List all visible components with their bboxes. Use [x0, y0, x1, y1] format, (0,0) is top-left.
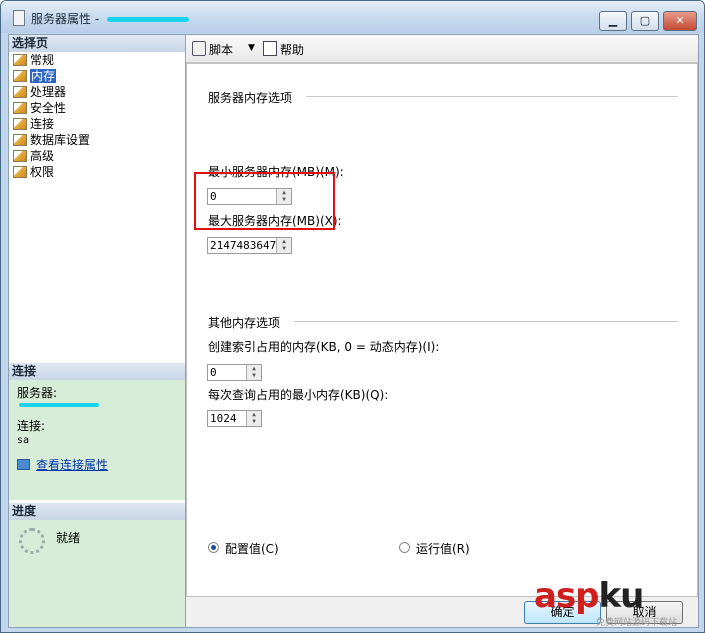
connection-properties-icon: [17, 459, 30, 470]
page-item-label[interactable]: 高级: [30, 149, 54, 163]
server-icon: [13, 10, 25, 26]
watermark-asp: asp: [534, 576, 600, 616]
page-icon: [13, 118, 27, 130]
minimize-button[interactable]: ▁: [599, 11, 627, 31]
running-value-radio[interactable]: [399, 542, 410, 553]
toolbar: 脚本 ▼ 帮助: [186, 35, 698, 63]
index-memory-value[interactable]: 0: [210, 366, 217, 379]
index-memory-input[interactable]: 0 ▲ ▼: [207, 364, 262, 381]
progress-spinner-icon: [19, 528, 45, 554]
page-icon: [13, 150, 27, 162]
server-memory-group-title: 服务器内存选项: [208, 91, 293, 105]
page-item[interactable]: 数据库设置: [9, 132, 185, 148]
other-memory-group-title: 其他内存选项: [208, 316, 281, 330]
help-button[interactable]: 帮助: [263, 41, 304, 58]
close-icon: ✕: [675, 14, 685, 27]
connection-value: sa: [17, 435, 30, 446]
progress-body: 就绪: [9, 520, 185, 627]
page-item-label[interactable]: 连接: [30, 117, 54, 131]
query-memory-spin-icon[interactable]: ▲ ▼: [246, 411, 261, 426]
page-icon: [13, 102, 27, 114]
running-value-label[interactable]: 运行值(R): [416, 540, 470, 557]
page-item-label[interactable]: 内存: [30, 69, 57, 83]
page-item[interactable]: 连接: [9, 116, 185, 132]
other-memory-group: 其他内存选项: [208, 314, 678, 331]
page-item-label[interactable]: 数据库设置: [30, 133, 90, 147]
select-page-header: 选择页: [9, 35, 185, 52]
script-dropdown-icon[interactable]: ▼: [248, 43, 255, 53]
maximize-icon: ▢: [639, 14, 651, 27]
configured-value-label[interactable]: 配置值(C): [225, 540, 279, 557]
page-item-label[interactable]: 常规: [30, 53, 54, 67]
window-title: 服务器属性 -: [31, 10, 189, 27]
max-memory-input[interactable]: 2147483647 ▲ ▼: [207, 237, 292, 254]
page-item-label[interactable]: 处理器: [30, 85, 66, 99]
script-icon: [192, 41, 206, 56]
index-memory-spin-icon[interactable]: ▲ ▼: [246, 365, 261, 380]
connection-label: 连接:: [17, 419, 46, 433]
page-list: 常规内存处理器安全性连接数据库设置高级权限: [9, 52, 185, 180]
view-connection-properties[interactable]: 查看连接属性: [17, 456, 177, 473]
properties-window: 服务器属性 - ▁ ▢ ✕ 选择页 常规 内存 处理器 安全性 连接 数据库设置 高级 权限 …: [0, 0, 705, 633]
title-bar[interactable]: 服务器属性 - ▁ ▢ ✕: [1, 1, 704, 33]
page-icon: [13, 54, 27, 66]
watermark-logo: aspku: [534, 576, 645, 616]
page-item[interactable]: 高级: [9, 148, 185, 164]
close-button[interactable]: ✕: [663, 11, 697, 31]
page-item[interactable]: 安全性: [9, 100, 185, 116]
script-label: 脚本: [209, 43, 234, 57]
memory-page: 服务器内存选项 最小服务器内存(MB)(M): 0 ▲ ▼ 最大服务器内存(MB)…: [186, 63, 698, 597]
redacted-server-name: [106, 17, 189, 22]
index-memory-label: 创建索引占用的内存(KB, 0 = 动态内存)(I):: [208, 340, 440, 354]
page-icon: [13, 70, 27, 82]
query-memory-value[interactable]: 1024: [210, 412, 237, 425]
redacted-server-value: [19, 403, 99, 407]
progress-status: 就绪: [56, 531, 81, 545]
page-item[interactable]: 内存: [9, 68, 185, 84]
page-item[interactable]: 处理器: [9, 84, 185, 100]
page-icon: [13, 166, 27, 178]
server-label: 服务器:: [17, 386, 58, 400]
page-icon: [13, 134, 27, 146]
page-item[interactable]: 权限: [9, 164, 185, 180]
page-item-label[interactable]: 安全性: [30, 101, 66, 115]
max-memory-spin-icon[interactable]: ▲ ▼: [276, 238, 291, 253]
watermark-ku: ku: [598, 576, 645, 616]
connection-section: 连接 服务器: 连接: sa 查看连接属性: [9, 363, 185, 500]
connection-body: 服务器: 连接: sa 查看连接属性: [9, 380, 185, 500]
page-item-label[interactable]: 权限: [30, 165, 54, 179]
help-label: 帮助: [280, 43, 305, 57]
dialog-client: 选择页 常规 内存 处理器 安全性 连接 数据库设置 高级 权限 连接 服务器: 连接: sa…: [8, 34, 699, 628]
view-connection-link[interactable]: 查看连接属性: [36, 458, 108, 472]
group-divider: [306, 96, 678, 97]
script-button[interactable]: 脚本: [192, 41, 233, 58]
query-memory-label: 每次查询占用的最小内存(KB)(Q):: [208, 388, 389, 402]
progress-section: 进度 就绪: [9, 503, 185, 627]
server-memory-group: 服务器内存选项: [208, 89, 678, 106]
highlight-box: [194, 172, 335, 230]
help-icon: [263, 41, 277, 56]
configured-value-radio[interactable]: [208, 542, 219, 553]
max-memory-value[interactable]: 2147483647: [210, 239, 276, 252]
watermark-subtitle: 免费网站源码下载站: [596, 618, 678, 628]
query-memory-input[interactable]: 1024 ▲ ▼: [207, 410, 262, 427]
window-title-text: 服务器属性 -: [31, 12, 103, 26]
page-icon: [13, 86, 27, 98]
left-pane: 选择页 常规 内存 处理器 安全性 连接 数据库设置 高级 权限 连接 服务器: 连接: sa…: [9, 35, 186, 627]
minimize-icon: ▁: [608, 14, 618, 27]
page-item[interactable]: 常规: [9, 52, 185, 68]
maximize-button[interactable]: ▢: [631, 11, 659, 31]
group-divider: [294, 321, 678, 322]
progress-header: 进度: [9, 503, 185, 520]
connection-header: 连接: [9, 363, 185, 380]
